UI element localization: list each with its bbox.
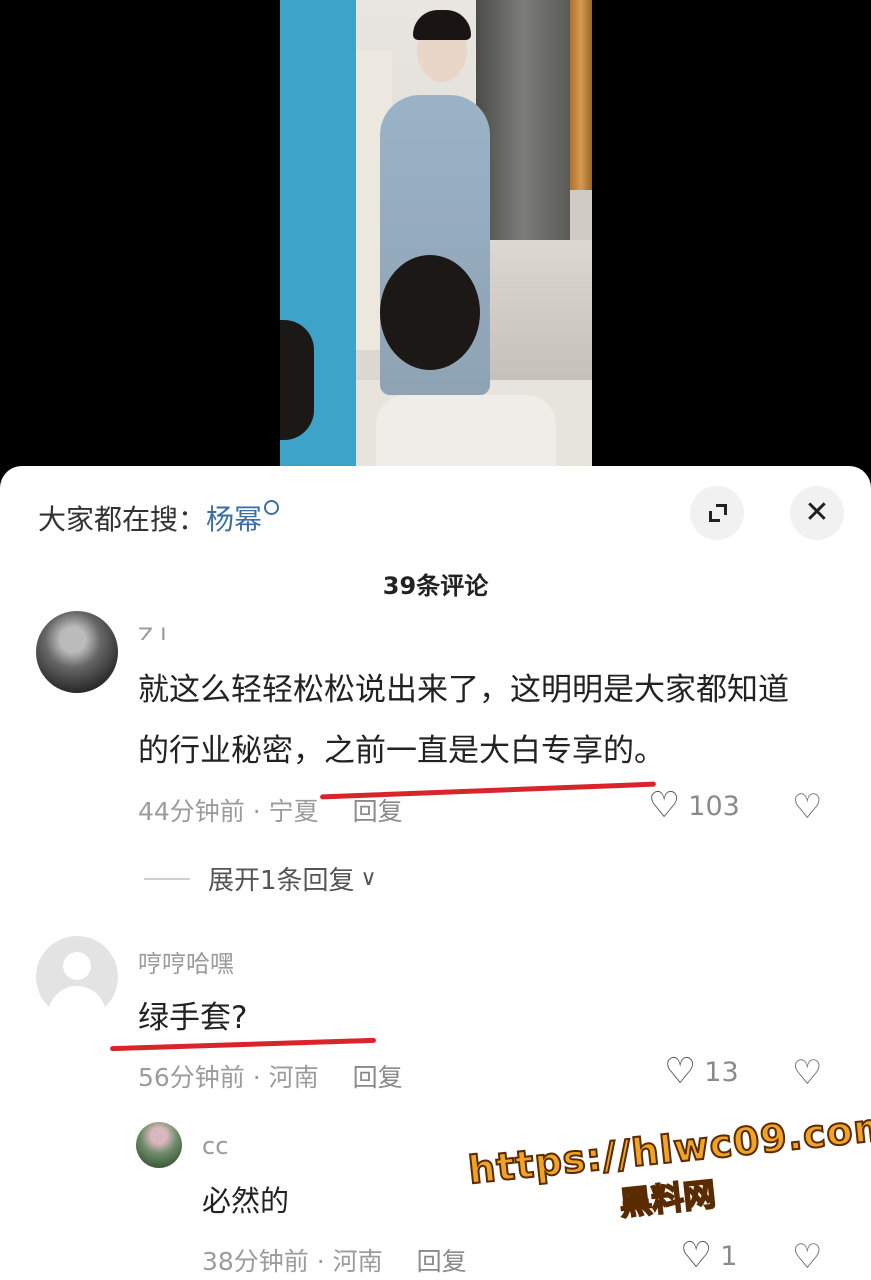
heart-icon: ♡ bbox=[664, 1051, 697, 1092]
comment-username[interactable]: Z I bbox=[138, 618, 167, 640]
comment-meta: 44分钟前 · 宁夏 回复 bbox=[138, 792, 403, 828]
like-count: 103 bbox=[688, 790, 740, 822]
comment-time-location: 44分钟前 · 宁夏 bbox=[138, 797, 319, 826]
video-frame bbox=[280, 0, 592, 470]
like-count: 13 bbox=[704, 1056, 739, 1088]
reply-button[interactable]: 回复 bbox=[353, 797, 403, 826]
video-scene-person-edge bbox=[280, 320, 314, 440]
avatar-head bbox=[63, 952, 91, 980]
video-scene-counter bbox=[476, 240, 592, 390]
comment-time-location: 56分钟前 · 河南 bbox=[138, 1063, 319, 1092]
divider-line bbox=[144, 877, 190, 880]
video-scene-man-head bbox=[380, 255, 480, 370]
chevron-down-icon: ∨ bbox=[360, 866, 377, 891]
like-button[interactable]: ♡ 1 bbox=[680, 1238, 737, 1274]
video-scene-man-body bbox=[376, 395, 556, 470]
reply-button[interactable]: 回复 bbox=[417, 1247, 467, 1276]
expand-replies-label: 展开1条回复 bbox=[208, 866, 355, 896]
expand-replies-button[interactable]: 展开1条回复 ∨ bbox=[144, 860, 377, 897]
avatar-body bbox=[48, 986, 106, 1018]
close-button[interactable]: ✕ bbox=[790, 486, 844, 540]
reply-button[interactable]: 回复 bbox=[353, 1063, 403, 1092]
video-scene-mirror bbox=[476, 0, 570, 240]
magnifier-icon[interactable] bbox=[264, 500, 280, 515]
reply-meta: 38分钟前 · 河南 回复 bbox=[202, 1242, 467, 1278]
like-button[interactable]: ♡ 13 bbox=[664, 1054, 739, 1090]
comment-text-line: 的行业秘密，之前一直是大白专享的。 bbox=[138, 733, 665, 769]
like-count: 1 bbox=[720, 1240, 738, 1272]
broken-heart-icon[interactable]: ♡ bbox=[792, 790, 822, 824]
comment-meta: 56分钟前 · 河南 回复 bbox=[138, 1058, 403, 1094]
trending-search[interactable]: 大家都在搜：杨幂 bbox=[38, 498, 280, 538]
video-player[interactable] bbox=[0, 0, 871, 470]
reply-time-location: 38分钟前 · 河南 bbox=[202, 1247, 383, 1276]
comments-count-title: 39条评论 bbox=[382, 572, 489, 600]
expand-button[interactable] bbox=[690, 486, 744, 540]
heart-icon: ♡ bbox=[680, 1235, 713, 1276]
trending-search-prefix: 大家都在搜： bbox=[38, 503, 207, 536]
trending-search-term[interactable]: 杨幂 bbox=[206, 503, 262, 536]
comment-username[interactable]: 哼哼哈嘿 bbox=[138, 944, 234, 979]
broken-heart-icon[interactable]: ♡ bbox=[792, 1240, 822, 1274]
close-icon: ✕ bbox=[804, 495, 830, 530]
avatar[interactable] bbox=[36, 611, 118, 693]
like-button[interactable]: ♡ 103 bbox=[648, 788, 740, 824]
avatar[interactable] bbox=[36, 936, 118, 1018]
heart-icon: ♡ bbox=[648, 785, 681, 826]
reply-text: 必然的 bbox=[202, 1184, 290, 1218]
comment-text: 绿手套? bbox=[138, 1000, 248, 1036]
reply-username[interactable]: cc bbox=[202, 1132, 228, 1160]
expand-icon bbox=[707, 503, 727, 523]
comment-text-line: 就这么轻轻松松说出来了，这明明是大家都知道 bbox=[138, 672, 789, 708]
avatar[interactable] bbox=[136, 1122, 182, 1168]
video-scene-column bbox=[570, 0, 592, 190]
broken-heart-icon[interactable]: ♡ bbox=[792, 1056, 822, 1090]
